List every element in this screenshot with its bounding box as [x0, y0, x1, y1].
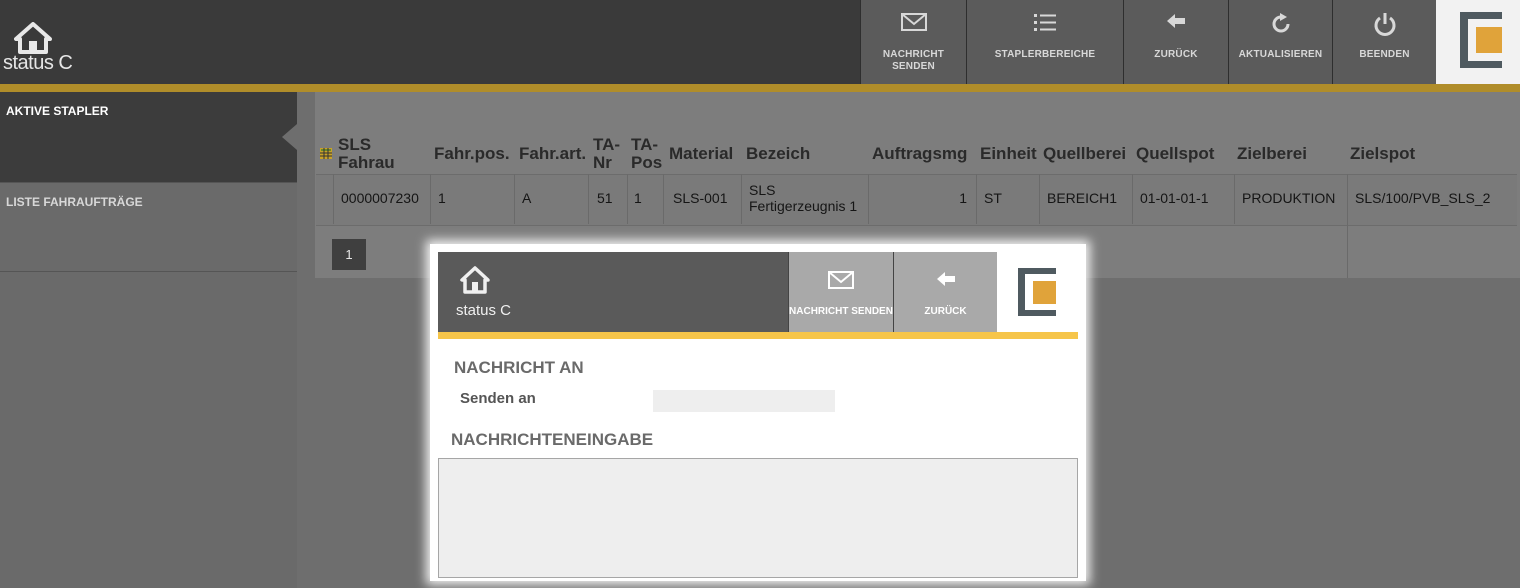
brand-logo: [1436, 0, 1520, 84]
table-cell: 51: [597, 190, 613, 206]
table-cell: SLS Fertigerzeugnis 1: [749, 182, 858, 214]
sidebar-item-transport-orders[interactable]: LISTE FAHRAUFTRÄGE: [0, 183, 297, 271]
back-button[interactable]: ZURÜCK: [1123, 0, 1228, 84]
column-divider: [1039, 174, 1040, 224]
dialog-send-label: NACHRICHT SENDEN: [789, 306, 893, 317]
column-header[interactable]: Quellspot: [1136, 145, 1214, 163]
column-header[interactable]: Zielberei: [1237, 145, 1307, 163]
dialog-header: status C NACHRICHT SENDEN ZURÜCK: [438, 252, 1078, 332]
column-divider: [430, 174, 431, 224]
table-cell: 01-01-01-1: [1140, 190, 1209, 206]
forklift-areas-button[interactable]: STAPLERBEREICHE: [966, 0, 1123, 84]
forklift-areas-label: STAPLERBEREICHE: [994, 49, 1096, 60]
power-icon: [1374, 13, 1395, 36]
column-divider: [1234, 174, 1235, 224]
column-header[interactable]: Fahr.art.: [519, 145, 586, 163]
message-textarea[interactable]: [438, 458, 1078, 578]
send-message-label: NACHRICHT SENDEN: [882, 49, 945, 72]
recipient-label: Senden an: [460, 390, 536, 407]
column-header[interactable]: Fahr.pos.: [434, 145, 510, 163]
envelope-icon: [900, 13, 927, 31]
table-cell: SLS-001: [673, 190, 728, 206]
quit-button[interactable]: BEENDEN: [1332, 0, 1436, 84]
dialog-brand-logo: [997, 252, 1078, 332]
app-logo[interactable]: status C: [0, 0, 120, 84]
column-divider: [514, 174, 515, 224]
column-divider: [663, 174, 664, 224]
column-header[interactable]: TA-Pos: [631, 136, 663, 172]
home-icon: [14, 22, 52, 54]
dialog-back-button[interactable]: ZURÜCK: [893, 252, 997, 332]
envelope-icon: [828, 271, 854, 289]
column-divider: [588, 174, 589, 224]
column-divider: [1347, 224, 1348, 278]
brand-logo-icon: [1018, 268, 1056, 316]
column-header[interactable]: Material: [669, 145, 733, 163]
column-header[interactable]: Einheit: [980, 145, 1037, 163]
dialog-app-name: status C: [456, 302, 512, 319]
column-header[interactable]: SLS Fahrau: [338, 136, 398, 172]
column-divider: [1347, 174, 1348, 224]
send-message-button[interactable]: NACHRICHT SENDEN: [860, 0, 966, 84]
table-cell: BEREICH1: [1047, 190, 1118, 206]
accent-line: [0, 84, 1520, 92]
table-cell: SLS/100/PVB_SLS_2: [1355, 190, 1491, 206]
table-cell: A: [522, 190, 532, 206]
column-header[interactable]: TA-Nr: [593, 136, 625, 172]
home-icon[interactable]: [460, 266, 490, 294]
column-header[interactable]: Quellberei: [1043, 145, 1126, 163]
arrow-left-icon: [936, 272, 955, 286]
dialog-back-label: ZURÜCK: [924, 306, 967, 317]
top-bar: status C NACHRICHT SENDEN STAPLERBEREICH…: [0, 0, 1520, 84]
refresh-icon: [1272, 13, 1289, 33]
message-section-title: NACHRICHTENEINGABE: [451, 430, 654, 449]
table-cell: 0000007230: [341, 190, 419, 206]
app-name: status C: [3, 52, 73, 74]
sidebar-item-label: LISTE FAHRAUFTRÄGE: [6, 195, 143, 209]
pagination-page-1[interactable]: 1: [332, 239, 366, 270]
column-divider: [627, 174, 628, 224]
table-cell: ST: [984, 190, 1002, 206]
table-cell: 1: [634, 190, 642, 206]
sidebar-item-active-forklifts[interactable]: AKTIVE STAPLER: [0, 92, 297, 182]
refresh-button[interactable]: AKTUALISIEREN: [1228, 0, 1332, 84]
list-icon: [1034, 14, 1056, 31]
column-divider: [868, 174, 869, 224]
dialog-accent-line: [438, 332, 1078, 339]
sidebar-divider: [0, 271, 297, 272]
recipient-input[interactable]: [653, 390, 835, 412]
quit-label: BEENDEN: [1359, 49, 1410, 60]
table-cell: 1: [959, 190, 967, 206]
back-label: ZURÜCK: [1154, 49, 1198, 60]
column-divider: [1132, 174, 1133, 224]
sidebar-item-label: AKTIVE STAPLER: [6, 104, 109, 118]
column-divider: [333, 174, 334, 224]
table-cell: 1: [438, 190, 446, 206]
active-item-pointer: [282, 124, 297, 150]
column-divider: [976, 174, 977, 224]
brand-logo-icon: [1460, 12, 1502, 68]
column-header[interactable]: Bezeich: [746, 145, 810, 163]
table-grid-icon[interactable]: [320, 148, 332, 159]
send-message-dialog: status C NACHRICHT SENDEN ZURÜCK NACHRIC…: [430, 244, 1086, 581]
recipient-section-title: NACHRICHT AN: [454, 358, 584, 377]
sidebar: AKTIVE STAPLER LISTE FAHRAUFTRÄGE: [0, 92, 297, 588]
column-header[interactable]: Auftragsmg: [872, 145, 967, 163]
column-divider: [741, 174, 742, 224]
dialog-send-button[interactable]: NACHRICHT SENDEN: [788, 252, 893, 332]
refresh-label: AKTUALISIEREN: [1238, 49, 1323, 60]
arrow-left-icon: [1167, 14, 1185, 28]
column-header[interactable]: Zielspot: [1350, 145, 1415, 163]
table-cell: PRODUKTION: [1242, 190, 1336, 206]
